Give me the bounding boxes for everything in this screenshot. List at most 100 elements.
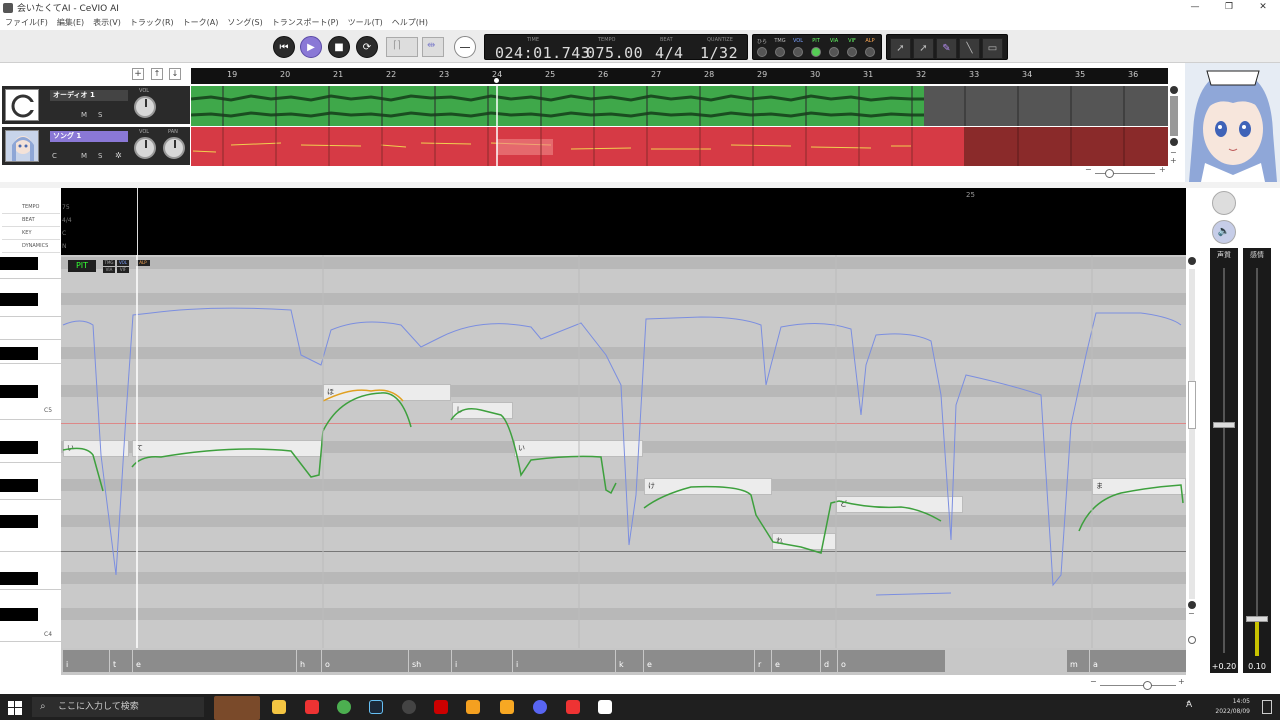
minimize-button[interactable]: — (1178, 0, 1212, 15)
phoneme[interactable]: sh (409, 650, 451, 672)
start-button[interactable] (8, 700, 22, 715)
close-button[interactable]: ✕ (1246, 0, 1280, 15)
folder-app-icon[interactable] (466, 700, 480, 714)
black-key[interactable] (0, 572, 38, 585)
tempo-value[interactable]: 75 (62, 204, 70, 211)
marker-button[interactable]: ⌈⌉ (386, 37, 418, 57)
quantize-display[interactable]: 1/32 (700, 44, 738, 62)
phoneme[interactable]: i (63, 650, 109, 672)
song-lane[interactable] (191, 127, 1168, 166)
track-name-song[interactable]: ソング 1 (50, 131, 128, 142)
explorer-icon[interactable] (272, 700, 286, 714)
time-display[interactable]: 024:01.743 (495, 44, 590, 62)
black-key[interactable] (0, 515, 38, 528)
black-key[interactable] (0, 347, 38, 360)
emotion-fader[interactable] (1246, 616, 1268, 622)
track-name-audio[interactable]: オーディオ 1 (50, 90, 128, 101)
phoneme[interactable]: e (133, 650, 296, 672)
line-tool[interactable]: ╲ (959, 38, 980, 59)
clock[interactable]: 14:05 2022/08/09 (1215, 697, 1250, 717)
mute-button[interactable]: M (81, 152, 87, 160)
stop-button[interactable]: ■ (328, 36, 350, 58)
menu-transport[interactable]: トランスポート(P) (272, 17, 339, 28)
editor-scrollbar[interactable]: − (1187, 255, 1197, 648)
app-icon[interactable] (402, 700, 416, 714)
toggle-vif[interactable] (847, 47, 857, 57)
steam-icon[interactable] (369, 700, 383, 714)
loop-button[interactable]: ⟳ (356, 36, 378, 58)
piano-keyboard[interactable]: C5 C4 (0, 255, 61, 648)
track-scrollbar[interactable]: − + (1169, 86, 1179, 166)
phoneme[interactable]: i (513, 650, 615, 672)
toggle-hira[interactable] (757, 47, 767, 57)
param-strip[interactable]: 75 4/4 C N 25 (61, 188, 1186, 255)
cast-button[interactable]: C (52, 152, 57, 160)
phoneme[interactable]: e (644, 650, 754, 672)
discord-icon[interactable] (533, 700, 547, 714)
timeline-ruler[interactable]: 19 20 21 22 23 24 25 26 27 28 29 30 31 3… (191, 68, 1168, 84)
black-key[interactable] (0, 608, 38, 621)
volume-knob[interactable] (134, 96, 156, 118)
cevio-icon[interactable] (598, 700, 612, 714)
menu-view[interactable]: 表示(V) (93, 17, 121, 28)
toggle-alp[interactable] (865, 47, 875, 57)
voice-quality-fader[interactable] (1213, 422, 1235, 428)
piano-roll-editor[interactable]: PIT TMG VOL ALP VIA VIF い て ほ し い け れ ど … (61, 255, 1186, 648)
phoneme[interactable]: i (452, 650, 512, 672)
menu-edit[interactable]: 編集(E) (57, 17, 84, 28)
gear-icon[interactable]: ✲ (115, 151, 122, 160)
add-track-button[interactable]: + (132, 68, 144, 80)
toggle-vol[interactable] (793, 47, 803, 57)
menu-tools[interactable]: ツール(T) (348, 17, 383, 28)
track-header-song[interactable]: ソング 1 C M S ✲ VOL PAN (2, 127, 190, 165)
volume-knob[interactable] (134, 137, 156, 159)
black-key[interactable] (0, 385, 38, 398)
phoneme[interactable]: k (616, 650, 643, 672)
vivaldi-icon[interactable] (305, 700, 319, 714)
taskbar-thumbnail[interactable] (214, 696, 260, 720)
editor-zoom-slider[interactable]: − + (1090, 677, 1186, 690)
notification-icon[interactable] (1262, 700, 1272, 714)
mute-button[interactable]: M (81, 111, 87, 119)
singer-button[interactable] (1212, 191, 1236, 215)
dynamics-value[interactable]: N (62, 243, 67, 250)
range-select-tool[interactable]: ➚ (913, 38, 934, 59)
phoneme[interactable]: h (297, 650, 321, 672)
chrome-icon[interactable] (337, 700, 351, 714)
solo-button[interactable]: S (98, 152, 102, 160)
select-tool[interactable]: ➚ (890, 38, 911, 59)
menu-song[interactable]: ソング(S) (227, 17, 262, 28)
eraser-tool[interactable]: ▭ (982, 38, 1003, 59)
track-header-audio[interactable]: オーディオ 1 M S VOL (2, 86, 190, 124)
phoneme[interactable]: r (755, 650, 771, 672)
phoneme-row[interactable]: i t e h o sh i i k e r e d o m a (61, 648, 1186, 675)
phoneme[interactable]: d (821, 650, 837, 672)
phoneme[interactable]: a (1090, 650, 1186, 672)
black-key[interactable] (0, 257, 38, 270)
acrobat-icon[interactable] (434, 700, 448, 714)
solo-button[interactable]: S (98, 111, 102, 119)
menu-track[interactable]: トラック(R) (130, 17, 174, 28)
menu-file[interactable]: ファイル(F) (5, 17, 48, 28)
phoneme[interactable]: e (772, 650, 820, 672)
audio-lane[interactable] (191, 86, 1168, 126)
toggle-via[interactable] (829, 47, 839, 57)
black-key[interactable] (0, 479, 38, 492)
loop-region-button[interactable]: ⇹ (422, 37, 444, 57)
move-track-up-button[interactable]: ↑ (151, 68, 163, 80)
black-key[interactable] (0, 441, 38, 454)
game-icon[interactable] (500, 700, 514, 714)
pan-knob[interactable] (163, 137, 185, 159)
toggle-pit[interactable] (811, 47, 821, 57)
maximize-button[interactable]: ❐ (1212, 0, 1246, 15)
play-button[interactable]: ▶ (300, 36, 322, 58)
tempo-display[interactable]: 075.00 (586, 44, 643, 62)
key-value[interactable]: C (62, 230, 66, 237)
emotion-value[interactable]: 0.10 (1243, 662, 1271, 671)
taskbar-search[interactable]: ⌕ ここに入力して検索 (32, 697, 204, 717)
phoneme[interactable]: m (1067, 650, 1089, 672)
vivaldi-icon[interactable] (566, 700, 580, 714)
phoneme[interactable]: o (322, 650, 408, 672)
phoneme[interactable]: o (838, 650, 945, 672)
metronome-button[interactable] (454, 36, 476, 58)
